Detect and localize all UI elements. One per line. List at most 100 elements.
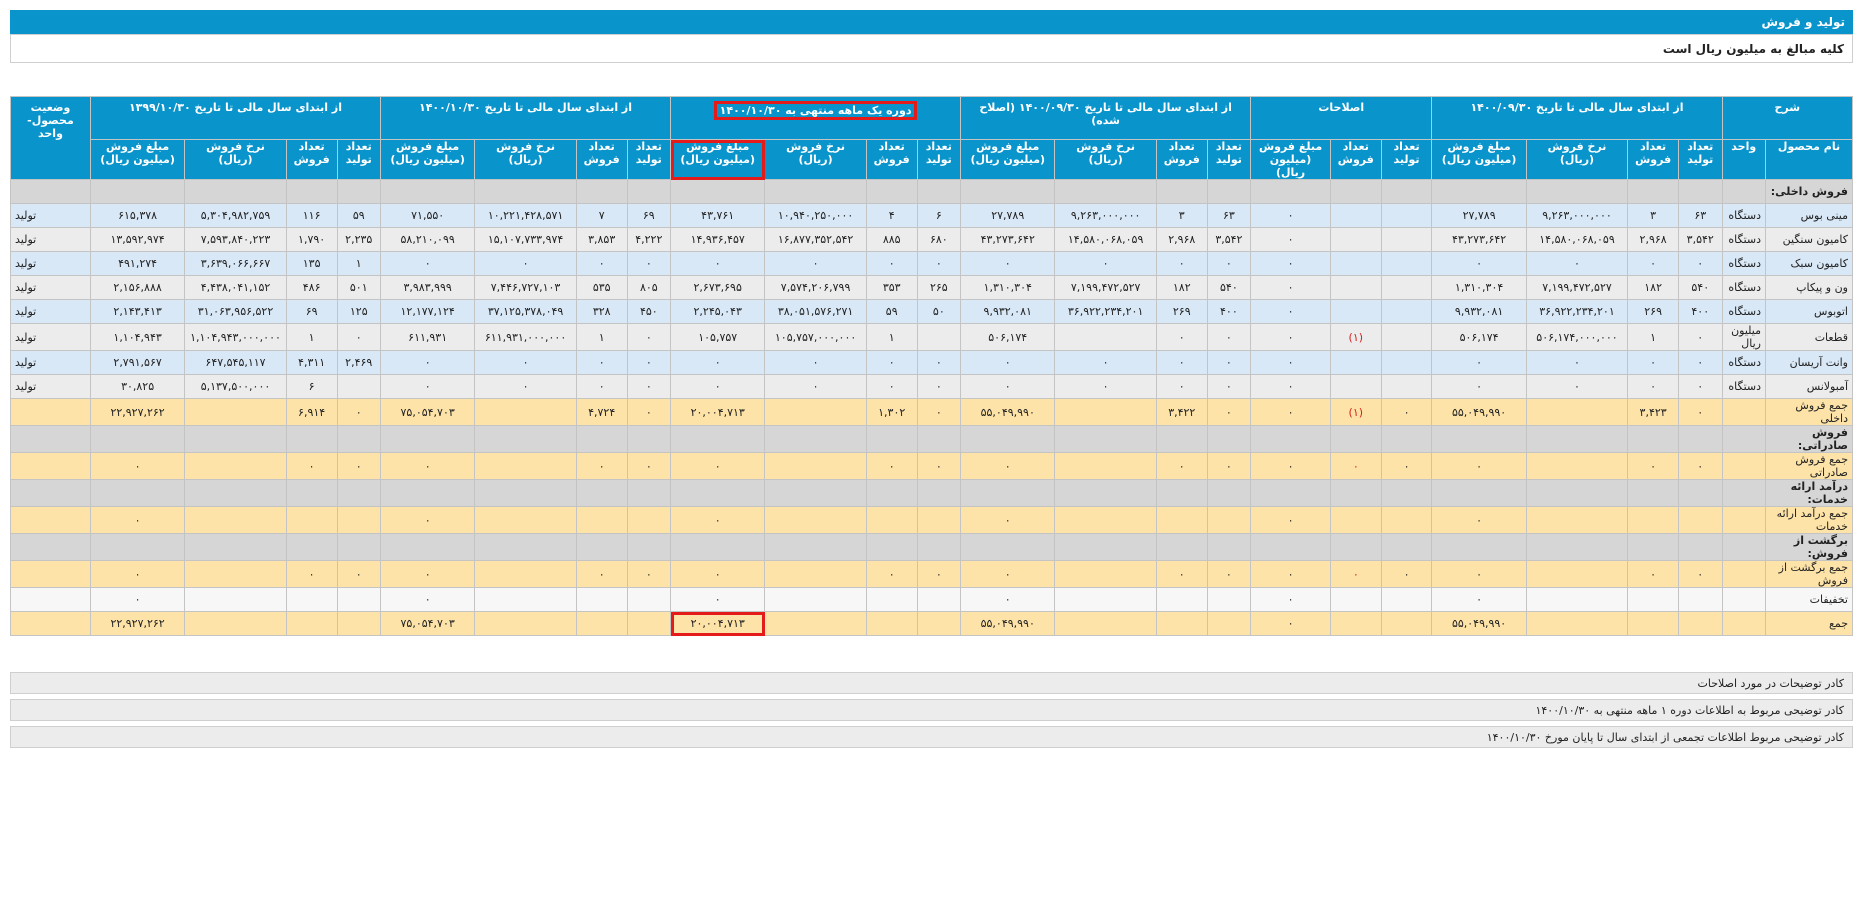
- value-cell: ۵۴۰: [1678, 275, 1723, 300]
- col-y-sale: تعداد فروش: [575, 139, 628, 180]
- col-unit: واحد: [1721, 139, 1766, 180]
- table-row: اتوبوس دستگاه ۴۰۰ ۲۶۹ ۳۶,۹۲۲,۲۳۴,۲۰۱ ۹,۹۳۲,۰۸…: [10, 299, 1853, 324]
- product-name: اتوبوس: [1765, 299, 1853, 324]
- value-cell: ۱۰,۹۴۰,۲۵۰,۰۰۰: [764, 203, 867, 228]
- table-row: جمع فروش داخلی ۰ ۳,۴۲۳ ۵۵,۰۴۹,۹۹۰ ۰ (۱) ۰ ۰ ۳,۴۲…: [10, 398, 1853, 426]
- value-cell: [1054, 506, 1157, 534]
- value-cell: ۰: [916, 452, 962, 480]
- empty-cell: [916, 533, 962, 561]
- value-cell: ۶: [285, 374, 338, 399]
- value-cell: (۱): [1329, 323, 1382, 351]
- unit-cell: دستگاه: [1721, 275, 1766, 300]
- value-cell: ۱۲۵: [336, 299, 381, 324]
- value-cell: ۱۱۶: [285, 203, 338, 228]
- value-cell: ۱: [285, 323, 338, 351]
- value-cell: [285, 506, 338, 534]
- value-cell: ۳,۸۵۳: [575, 227, 628, 252]
- value-cell: [1329, 299, 1382, 324]
- value-cell: ۸۰۵: [626, 275, 672, 300]
- value-cell: ۰: [1525, 350, 1629, 375]
- empty-cell: [285, 533, 338, 561]
- value-cell: ۰: [865, 350, 918, 375]
- value-cell: ۲,۱۵۶,۸۸۸: [89, 275, 186, 300]
- empty-cell: [575, 179, 628, 204]
- value-cell: [575, 506, 628, 534]
- currency-note: کلیه مبالغ به میلیون ریال است: [10, 34, 1853, 63]
- value-cell: ۰: [1250, 350, 1331, 375]
- value-cell: ۰: [960, 374, 1056, 399]
- value-cell: ۰: [764, 251, 867, 276]
- value-cell: ۰: [285, 560, 338, 588]
- product-name: جمع فروش داخلی: [1765, 398, 1853, 426]
- value-cell: [1525, 452, 1629, 480]
- value-cell: ۰: [336, 323, 381, 351]
- empty-cell: [1525, 179, 1629, 204]
- value-cell: [1525, 560, 1629, 588]
- value-cell: ۷,۱۹۹,۴۷۲,۵۲۷: [1054, 275, 1157, 300]
- value-cell: ۹,۹۳۲,۰۸۱: [1431, 299, 1527, 324]
- col-p2-rate: نرخ فروش (ریال): [1054, 139, 1157, 180]
- product-name: جمع درآمد ارائه خدمات: [1765, 506, 1853, 534]
- value-cell: [474, 398, 577, 426]
- col-c-amount: مبلغ فروش (میلیون ریال): [1250, 139, 1331, 180]
- value-cell: ۰: [1206, 398, 1252, 426]
- empty-cell: [1380, 533, 1433, 561]
- empty-cell: [1627, 425, 1679, 453]
- value-cell: ۶,۹۱۴: [285, 398, 338, 426]
- value-cell: ۳۸,۰۵۱,۵۷۶,۲۷۱: [764, 299, 867, 324]
- value-cell: ۰: [626, 452, 672, 480]
- value-cell: ۳,۴۲۳: [1627, 398, 1679, 426]
- value-cell: ۰: [336, 398, 381, 426]
- table-row: مینی بوس دستگاه ۶۳ ۳ ۹,۲۶۳,۰۰۰,۰۰۰ ۲۷,۷۸۹ ۰ ۶۳ ۳…: [10, 203, 1853, 228]
- value-cell: ۰: [916, 251, 962, 276]
- value-cell: ۰: [1380, 452, 1433, 480]
- value-cell: [184, 611, 287, 636]
- value-cell: [1054, 398, 1157, 426]
- value-cell: ۳۶,۹۲۲,۲۳۴,۲۰۱: [1054, 299, 1157, 324]
- value-cell: [1678, 611, 1723, 636]
- status-cell: تولید: [10, 203, 91, 228]
- unit-cell: میلیون ریال: [1721, 323, 1766, 351]
- value-cell: ۳۲۸: [575, 299, 628, 324]
- value-cell: [184, 452, 287, 480]
- value-cell: ۰: [626, 350, 672, 375]
- value-cell: ۷,۱۹۹,۴۷۲,۵۲۷: [1525, 275, 1629, 300]
- empty-cell: [1678, 533, 1723, 561]
- value-cell: ۵۹: [336, 203, 381, 228]
- value-cell: ۰: [1155, 323, 1208, 351]
- empty-cell: [1206, 533, 1252, 561]
- value-cell: ۰: [1627, 452, 1679, 480]
- empty-cell: [1431, 179, 1527, 204]
- value-cell: ۰: [960, 350, 1056, 375]
- value-cell: ۰: [1250, 374, 1331, 399]
- value-cell: ۰: [379, 452, 476, 480]
- empty-cell: [626, 533, 672, 561]
- empty-cell: [1329, 533, 1382, 561]
- value-cell: [865, 506, 918, 534]
- value-cell: [1525, 587, 1629, 612]
- value-cell: ۵۹: [865, 299, 918, 324]
- unit-cell: دستگاه: [1721, 251, 1766, 276]
- value-cell: ۰: [1678, 398, 1723, 426]
- col-p1-sale: تعداد فروش: [1627, 139, 1679, 180]
- empty-cell: [184, 425, 287, 453]
- status-cell: تولید: [10, 350, 91, 375]
- value-cell: [1206, 506, 1252, 534]
- value-cell: ۱۶,۸۷۷,۳۵۲,۵۴۲: [764, 227, 867, 252]
- table-row: جمع فروش صادراتی ۰ ۰ ۰ ۰ ۰ ۰ ۰ ۰ ۰ ۰ ۰ ۰ ۰ ۰ ۰ ۰ ۰ ۰: [10, 452, 1853, 480]
- product-name: قطعات: [1765, 323, 1853, 351]
- col-c-prod: تعداد تولید: [1380, 139, 1433, 180]
- value-cell: [1678, 587, 1723, 612]
- empty-cell: [764, 479, 867, 507]
- value-cell: ۳۵۳: [865, 275, 918, 300]
- empty-cell: [865, 533, 918, 561]
- product-name: تخفیفات: [1765, 587, 1853, 612]
- value-cell: ۰: [1206, 452, 1252, 480]
- value-cell: ۲۷,۷۸۹: [1431, 203, 1527, 228]
- value-cell: ۱۴,۵۸۰,۰۶۸,۰۵۹: [1054, 227, 1157, 252]
- value-cell: ۰: [1380, 560, 1433, 588]
- value-cell: [184, 398, 287, 426]
- empty-cell: [89, 179, 186, 204]
- value-cell: ۰: [670, 560, 766, 588]
- value-cell: [184, 587, 287, 612]
